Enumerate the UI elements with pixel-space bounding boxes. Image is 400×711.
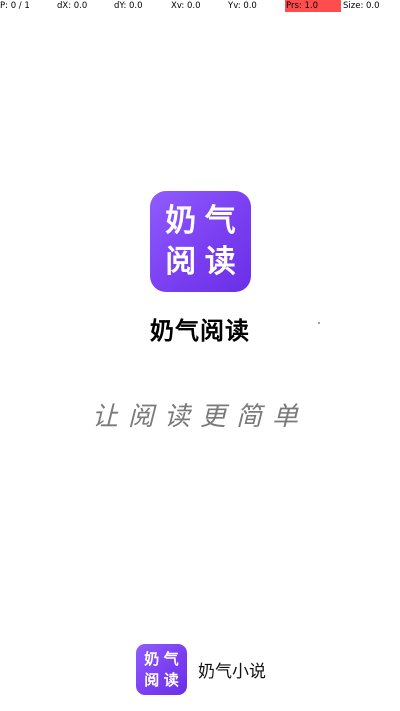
logo-glyph: 阅 bbox=[165, 244, 197, 280]
slogan: 让阅读更简单 bbox=[91, 402, 308, 432]
footer-logo-icon: 奶 气 阅 读 bbox=[136, 643, 187, 695]
logo-glyph: 气 bbox=[204, 203, 236, 239]
delta-x: dX: 0.0 bbox=[57, 1, 88, 11]
touch-size: Size: 0.0 bbox=[343, 1, 380, 11]
logo-glyph: 阅 bbox=[144, 670, 160, 689]
app-name: 奶气阅读 bbox=[150, 317, 250, 345]
logo-glyph: 气 bbox=[163, 649, 179, 668]
pointer-location-debug-bar: P: 0 / 1 dX: 0.0 dY: 0.0 Xv: 0.0 Yv: 0.0… bbox=[0, 0, 400, 12]
delta-y: dY: 0.0 bbox=[114, 1, 143, 11]
velocity-x: Xv: 0.0 bbox=[171, 1, 201, 11]
velocity-y: Yv: 0.0 bbox=[228, 1, 257, 11]
logo-glyph: 读 bbox=[163, 670, 179, 689]
logo-glyph: 奶 bbox=[165, 203, 197, 239]
app-logo-icon: 奶 气 阅 读 bbox=[150, 191, 251, 292]
pointer-count: P: 0 / 1 bbox=[0, 1, 30, 11]
pressure: Prs: 1.0 bbox=[285, 0, 341, 12]
footer-brand: 奶 气 阅 读 奶气小说 bbox=[136, 643, 266, 695]
logo-glyph: 奶 bbox=[144, 649, 160, 668]
logo-glyph: 读 bbox=[204, 244, 236, 280]
decorative-dot bbox=[318, 322, 320, 324]
footer-brand-label: 奶气小说 bbox=[198, 661, 266, 682]
